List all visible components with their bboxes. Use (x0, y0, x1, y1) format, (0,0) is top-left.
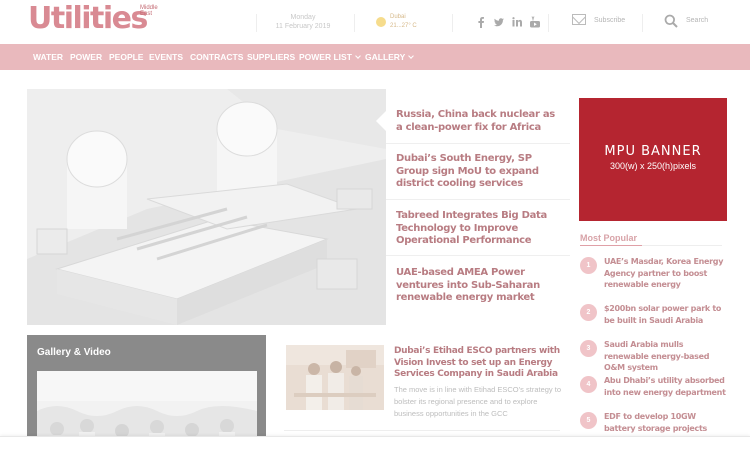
logo-region: Middle East (140, 5, 158, 17)
nav-item-power[interactable]: POWER (70, 44, 102, 70)
rank-badge: 2 (580, 304, 597, 321)
divider-accent (580, 245, 642, 246)
youtube-icon[interactable] (530, 15, 540, 28)
nuclear-plant-image (27, 89, 386, 325)
linkedin-icon[interactable] (512, 15, 522, 27)
header-divider (452, 14, 453, 32)
most-popular-link[interactable]: UAE’s Masdar, Korea Energy Agency partne… (604, 256, 726, 291)
nav-item-contracts[interactable]: CONTRACTS (190, 44, 243, 70)
sun-icon (376, 17, 386, 27)
logo-text: Utilities (28, 1, 148, 36)
mpu-title: MPU BANNER (604, 144, 702, 159)
most-popular-link[interactable]: Abu Dhabi’s utility absorbed into new en… (604, 375, 726, 398)
divider (284, 430, 560, 431)
nav-item-water[interactable]: WATER (33, 44, 63, 70)
chevron-down-icon (355, 53, 361, 59)
article-title-link[interactable]: Dubai’s Etihad ESCO partners with Vision… (394, 346, 560, 381)
most-popular-link[interactable]: Saudi Arabia mulls renewable energy-base… (604, 339, 726, 374)
divider (386, 143, 570, 144)
header-divider (256, 14, 257, 32)
hero-headline-link[interactable]: UAE-based AMEA Power ventures into Sub-S… (396, 267, 564, 305)
article-photo (286, 345, 384, 410)
article-thumbnail[interactable] (286, 345, 384, 410)
chevron-down-icon (408, 53, 415, 59)
nav-item-power-list[interactable]: POWER LIST (299, 44, 361, 70)
hero-pointer (376, 111, 386, 131)
mail-icon (572, 14, 586, 25)
rank-badge: 4 (580, 376, 597, 393)
mpu-banner-ad[interactable]: MPU BANNER 300(w) x 250(h)pixels (579, 98, 727, 221)
most-popular-link[interactable]: $200bn solar power park to be built in S… (604, 303, 726, 326)
facebook-icon[interactable] (476, 15, 486, 28)
rank-badge: 3 (580, 340, 597, 357)
main-nav: WATER POWER PEOPLE EVENTS CONTRACTS SUPP… (0, 44, 750, 70)
rank-badge: 5 (580, 412, 597, 429)
nav-item-people[interactable]: PEOPLE (109, 44, 143, 70)
most-popular-title: Most Popular (580, 233, 638, 243)
hero-headline-link[interactable]: Dubai’s South Energy, SP Group sign MoU … (396, 153, 564, 191)
weather-city: Dubai (390, 14, 406, 20)
hero-headline-link[interactable]: Russia, China back nuclear as a clean-po… (396, 109, 564, 134)
hero-headline-list: Russia, China back nuclear as a clean-po… (386, 89, 570, 325)
mpu-subtitle: 300(w) x 250(h)pixels (609, 161, 697, 171)
weather-temp: 21...27° C (390, 23, 417, 29)
search-label: Search (686, 17, 709, 24)
gallery-title: Gallery & Video (37, 347, 111, 358)
nav-item-suppliers[interactable]: SUPPLIERS (247, 44, 295, 70)
social-links (476, 15, 540, 29)
article-description: The move is in line with Etihad ESCO’s s… (394, 385, 562, 418)
twitter-icon[interactable] (494, 15, 504, 27)
hero-headline-link[interactable]: Tabreed Integrates Big Data Technology t… (396, 210, 564, 248)
date-full: 11 February 2019 (275, 23, 331, 30)
header-divider (642, 14, 643, 32)
header-divider (354, 14, 355, 32)
hero-image[interactable] (27, 89, 386, 325)
divider (386, 255, 570, 256)
search-icon (664, 14, 678, 28)
header-divider (548, 14, 549, 32)
nav-item-events[interactable]: EVENTS (149, 44, 183, 70)
bottom-bar (0, 436, 750, 454)
most-popular-link[interactable]: EDF to develop 10GW battery storage proj… (604, 411, 726, 434)
header-date: Monday 11 February 2019 (273, 13, 333, 31)
subscribe-label: Subscribe (594, 17, 626, 24)
site-header: Utilities Middle East Monday 11 February… (0, 0, 750, 44)
divider (386, 199, 570, 200)
date-day: Monday (290, 14, 316, 21)
nav-item-gallery[interactable]: GALLERY (365, 44, 415, 70)
rank-badge: 1 (580, 257, 597, 274)
site-logo[interactable]: Utilities Middle East (28, 2, 158, 36)
